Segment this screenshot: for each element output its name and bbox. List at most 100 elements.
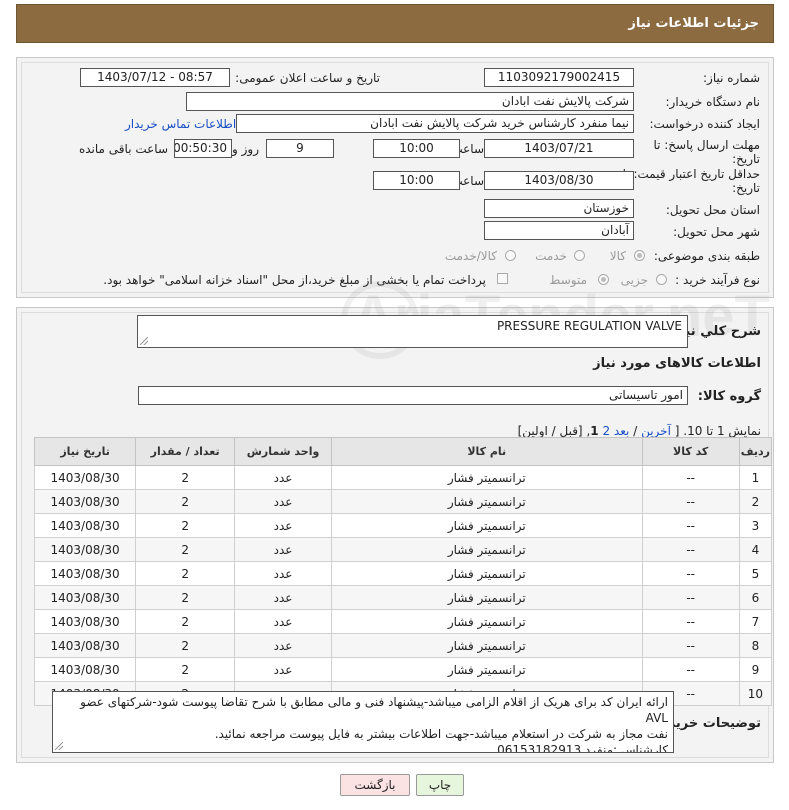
days-label: روز و [232, 142, 259, 156]
process-option-minor: جزیی [620, 273, 648, 287]
process-radio-minor[interactable] [656, 274, 667, 285]
table-row: 2 -- ترانسمیتر فشار عدد 2 1403/08/30 [33, 489, 773, 514]
category-radio-goods-service[interactable] [505, 250, 516, 261]
row-number-cell: 5 [738, 561, 773, 586]
resize-handle[interactable] [140, 337, 148, 345]
quantity-cell: 2 [135, 489, 236, 514]
announce-label: تاریخ و ساعت اعلان عمومی: [235, 71, 380, 85]
description-text: PRESSURE REGULATION VALVE [496, 319, 682, 333]
category-option-goods: کالا [609, 249, 626, 263]
need-date-cell: 1403/08/30 [33, 633, 137, 658]
goods-name-cell: ترانسمیتر فشار [330, 465, 643, 490]
print-button[interactable]: چاپ [416, 774, 464, 796]
resize-handle[interactable] [55, 742, 63, 750]
goods-name-cell: ترانسمیتر فشار [330, 609, 643, 634]
price-date-field: 1403/08/30 [484, 171, 634, 190]
row-number-cell: 9 [738, 657, 773, 682]
col-header-unit: واحد شمارش [234, 437, 332, 466]
table-header-row: ردیف کد کالا نام کالا واحد شمارش تعداد /… [33, 437, 773, 466]
province-label: استان محل تحویل: [665, 203, 760, 217]
pagination-current-page: 1 [590, 424, 599, 438]
unit-cell: عدد [234, 609, 332, 634]
table-row: 1 -- ترانسمیتر فشار عدد 2 1403/08/30 [33, 465, 773, 490]
pagination-page-2-link[interactable]: 2 [602, 424, 610, 438]
quantity-cell: 2 [135, 585, 236, 610]
pagination-separator: / [633, 424, 638, 438]
table-row: 8 -- ترانسمیتر فشار عدد 2 1403/08/30 [33, 633, 773, 658]
remaining-time-field: 00:50:30 [174, 139, 232, 158]
col-header-goods-name: نام کالا [330, 437, 643, 466]
row-number-cell: 8 [738, 633, 773, 658]
goods-table: ردیف کد کالا نام کالا واحد شمارش تعداد /… [33, 437, 773, 706]
goods-info-title: اطلاعات کالاهای مورد نیاز [593, 356, 761, 371]
need-date-cell: 1403/08/30 [33, 513, 137, 538]
pagination: نمایش 1 تا 10. [ آخرین / بعد 2 1, [قبل /… [517, 424, 761, 438]
col-header-need-date: تاریخ نیاز [33, 437, 137, 466]
category-option-service: خدمت [535, 249, 567, 263]
goods-name-cell: ترانسمیتر فشار [330, 633, 643, 658]
row-number-cell: 6 [738, 585, 773, 610]
goods-code-cell: -- [641, 561, 740, 586]
row-number-cell: 10 [738, 681, 773, 706]
quantity-cell: 2 [135, 561, 236, 586]
pagination-prefix: نمایش 1 تا 10. [ [674, 424, 761, 438]
buyer-org-label: نام دستگاه خریدار: [665, 95, 761, 109]
table-row: 4 -- ترانسمیتر فشار عدد 2 1403/08/30 [33, 537, 773, 562]
creator-label: ایجاد کننده درخواست: [649, 117, 760, 131]
category-radio-goods[interactable] [634, 250, 645, 261]
need-date-cell: 1403/08/30 [33, 489, 137, 514]
announce-field: 1403/07/12 - 08:57 [80, 68, 230, 87]
goods-group-field: امور تاسیساتی [138, 386, 688, 405]
back-button[interactable]: بازگشت [340, 774, 410, 796]
page-header: جزئیات اطلاعات نیاز [16, 4, 774, 43]
province-field: خوزستان [484, 199, 634, 218]
table-row: 6 -- ترانسمیتر فشار عدد 2 1403/08/30 [33, 585, 773, 610]
creator-field: نیما منفرد کارشناس خرید شرکت پالایش نفت … [236, 114, 634, 133]
unit-cell: عدد [234, 585, 332, 610]
goods-code-cell: -- [641, 657, 740, 682]
goods-group-label: گروه کالا: [697, 389, 761, 404]
unit-cell: عدد [234, 657, 332, 682]
days-field: 9 [266, 139, 334, 158]
page-title: جزئیات اطلاعات نیاز [628, 16, 759, 31]
process-radio-medium[interactable] [598, 274, 609, 285]
reply-date-field: 1403/07/21 [484, 139, 634, 158]
buyer-contact-link[interactable]: اطلاعات تماس خریدار [125, 117, 236, 131]
reply-deadline-label-2: تاریخ: [732, 152, 760, 166]
quantity-cell: 2 [135, 633, 236, 658]
pagination-next-link[interactable]: بعد [614, 424, 629, 438]
row-number-cell: 1 [738, 465, 773, 490]
table-row: 5 -- ترانسمیتر فشار عدد 2 1403/08/30 [33, 561, 773, 586]
quantity-cell: 2 [135, 609, 236, 634]
need-number-field: 1103092179002415 [484, 68, 634, 87]
price-time-field: 10:00 [373, 171, 460, 190]
need-number-label: شماره نیاز: [703, 71, 760, 85]
goods-name-cell: ترانسمیتر فشار [330, 537, 643, 562]
goods-name-cell: ترانسمیتر فشار [330, 657, 643, 682]
col-header-row-number: ردیف [738, 437, 773, 466]
quantity-cell: 2 [135, 513, 236, 538]
unit-cell: عدد [234, 513, 332, 538]
buyer-org-field: شرکت پالایش نفت ابادان [186, 92, 634, 111]
remaining-label: ساعت باقی مانده [78, 142, 168, 156]
city-field: آبادان [484, 221, 634, 240]
category-radio-service[interactable] [574, 250, 585, 261]
pagination-last-link[interactable]: آخرین [641, 424, 671, 438]
goods-table-body: 1 -- ترانسمیتر فشار عدد 2 1403/08/30 2 -- ترانسم… [33, 465, 773, 706]
goods-code-cell: -- [641, 513, 740, 538]
buyer-notes-line: کارشناس :منفرد 06153182913 [497, 743, 668, 753]
goods-code-cell: -- [641, 609, 740, 634]
unit-cell: عدد [234, 633, 332, 658]
goods-name-cell: ترانسمیتر فشار [330, 513, 643, 538]
need-date-cell: 1403/08/30 [33, 561, 137, 586]
goods-code-cell: -- [641, 489, 740, 514]
table-row: 3 -- ترانسمیتر فشار عدد 2 1403/08/30 [33, 513, 773, 538]
goods-name-cell: ترانسمیتر فشار [330, 561, 643, 586]
row-number-cell: 4 [738, 537, 773, 562]
treasury-payment-checkbox[interactable] [497, 273, 508, 284]
category-label: طبقه بندی موضوعی: [653, 249, 760, 263]
process-label: نوع فرآیند خرید : [675, 273, 760, 287]
need-date-cell: 1403/08/30 [33, 465, 137, 490]
goods-name-cell: ترانسمیتر فشار [330, 489, 643, 514]
need-date-cell: 1403/08/30 [33, 609, 137, 634]
